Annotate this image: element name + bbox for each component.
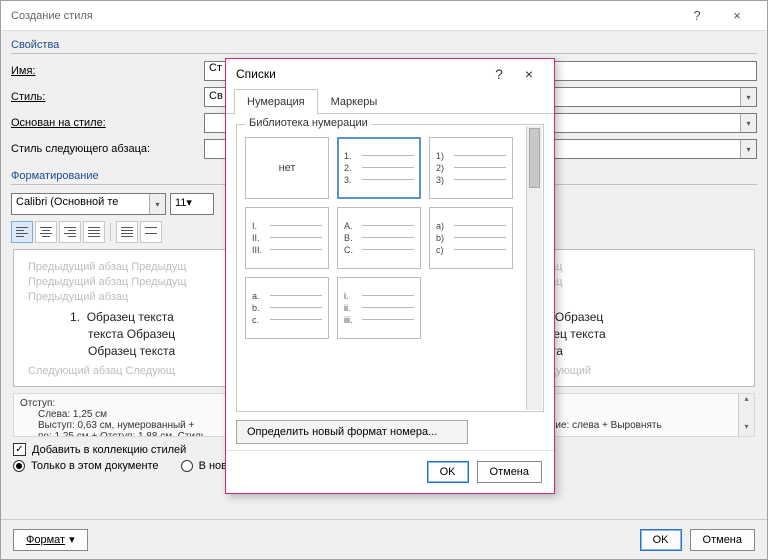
font-size-combo[interactable]: 11▾ <box>170 193 214 215</box>
create-style-footer: Формат▾ OK Отмена <box>1 519 767 559</box>
chevron-down-icon[interactable]: ▾ <box>186 197 192 209</box>
font-family-combo[interactable]: Calibri (Основной те▾ <box>11 193 166 215</box>
spacing-button-2[interactable] <box>140 221 162 243</box>
next-style-label: Стиль следующего абзаца: <box>11 143 196 155</box>
numbering-option-1paren[interactable]: 1) 2) 3) <box>429 137 513 199</box>
scroll-up-icon[interactable]: ▴ <box>739 394 754 408</box>
cancel-button[interactable]: Отмена <box>690 529 755 551</box>
spacing-button-1[interactable] <box>116 221 138 243</box>
lists-footer: OK Отмена <box>226 450 554 493</box>
only-this-doc-label: Только в этом документе <box>31 460 159 472</box>
help-icon[interactable]: ? <box>677 1 717 31</box>
numbering-option-none[interactable]: нет <box>245 137 329 199</box>
chevron-down-icon[interactable]: ▾ <box>740 140 756 158</box>
lists-title: Списки <box>236 67 276 81</box>
chevron-down-icon[interactable]: ▾ <box>149 194 165 214</box>
lists-cancel-button[interactable]: Отмена <box>477 461 542 483</box>
description-scrollbar[interactable]: ▴ ▾ <box>738 394 754 436</box>
add-to-gallery-label: Добавить в коллекцию стилей <box>32 444 186 456</box>
numbering-library-group: Библиотека нумерации нет 1. 2. 3. 1) 2) … <box>236 124 544 412</box>
chevron-down-icon[interactable]: ▾ <box>740 88 756 106</box>
numbering-option-alpha-upper[interactable]: A. B. C. <box>337 207 421 269</box>
new-docs-radio[interactable] <box>181 460 193 472</box>
numbering-option-alpha-lower-dot[interactable]: a. b. c. <box>245 277 329 339</box>
scroll-down-icon[interactable]: ▾ <box>739 422 754 436</box>
lists-titlebar: Списки ? × <box>226 59 554 89</box>
based-on-label: Основан на стиле: <box>11 117 196 129</box>
chevron-down-icon[interactable]: ▾ <box>740 114 756 132</box>
numbering-option-1dot[interactable]: 1. 2. 3. <box>337 137 421 199</box>
properties-section-title: Свойства <box>1 31 767 53</box>
align-right-button[interactable] <box>59 221 81 243</box>
close-icon[interactable]: × <box>717 1 757 31</box>
numbering-option-alpha-lower-paren[interactable]: a) b) c) <box>429 207 513 269</box>
style-label: Стиль: <box>11 91 196 103</box>
name-label: Имя: <box>11 65 196 77</box>
align-justify-button[interactable] <box>83 221 105 243</box>
create-style-titlebar: Создание стиля ? × <box>1 1 767 31</box>
chevron-down-icon: ▾ <box>69 533 75 546</box>
tab-bullets[interactable]: Маркеры <box>318 89 391 114</box>
numbering-option-roman-upper[interactable]: I. II. III. <box>245 207 329 269</box>
numbering-option-roman-lower[interactable]: i. ii. iii. <box>337 277 421 339</box>
define-new-number-format-button[interactable]: Определить новый формат номера... <box>236 420 468 444</box>
close-icon[interactable]: × <box>514 66 544 82</box>
lists-ok-button[interactable]: OK <box>427 461 469 483</box>
lists-dialog: Списки ? × Нумерация Маркеры Библиотека … <box>225 58 555 494</box>
numbering-library-title: Библиотека нумерации <box>245 117 372 129</box>
ok-button[interactable]: OK <box>640 529 682 551</box>
lists-tabs: Нумерация Маркеры <box>226 89 554 114</box>
align-left-button[interactable] <box>11 221 33 243</box>
add-to-gallery-checkbox[interactable]: ✓ <box>13 443 26 456</box>
create-style-title: Создание стиля <box>11 1 93 31</box>
tab-numbering[interactable]: Нумерация <box>234 89 318 114</box>
help-icon[interactable]: ? <box>484 66 514 82</box>
align-center-button[interactable] <box>35 221 57 243</box>
only-this-doc-radio[interactable] <box>13 460 25 472</box>
numbering-scrollbar[interactable] <box>526 126 542 410</box>
format-button[interactable]: Формат▾ <box>13 529 88 551</box>
